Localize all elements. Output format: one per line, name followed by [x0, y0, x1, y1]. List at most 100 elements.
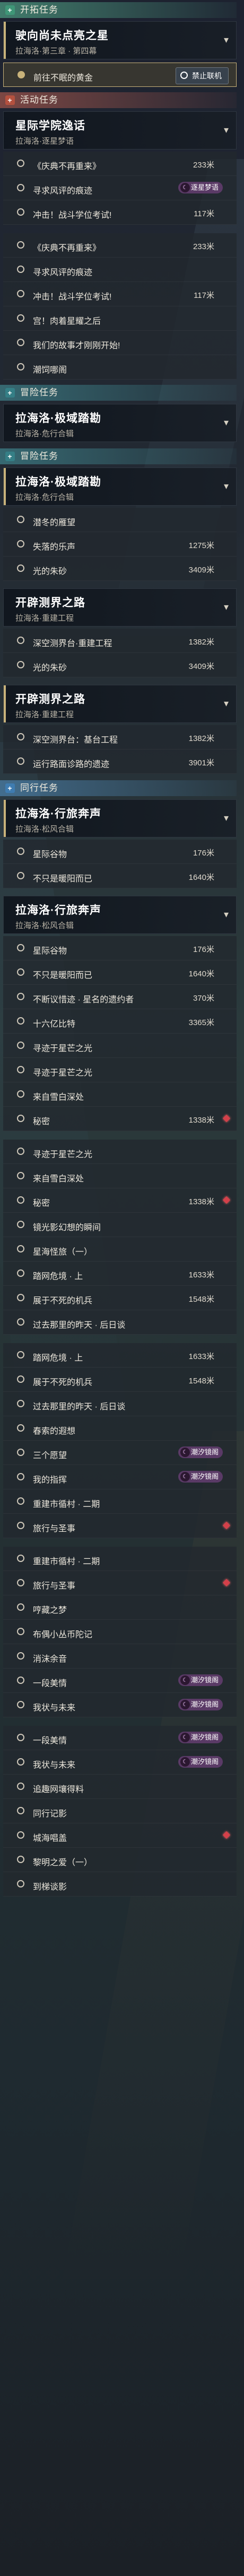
section-adventure[interactable]: + 冒险任务 [0, 448, 237, 464]
quest-step[interactable]: 展于不死的机兵 1548米 [3, 1286, 237, 1310]
quest-step[interactable]: 城海唱盖 [3, 1823, 237, 1848]
quest-step[interactable]: 一段美情 ☾ 潮汐镜阁 [3, 1726, 237, 1750]
quest-step[interactable]: 失落的乐声 1275米 [3, 532, 237, 557]
section-trailblaze[interactable]: + 开拓任务 [0, 2, 237, 18]
tag-label: 潮汐镜阁 [190, 1733, 219, 1741]
quest-step[interactable]: 踏网危境 · 上 1633米 [3, 1261, 237, 1286]
chevron-down-icon[interactable]: ▾ [224, 813, 229, 824]
moon-icon: ☾ [180, 1757, 190, 1767]
quest-step[interactable]: 重建市循村 · 二期 [3, 1547, 237, 1571]
quest-step[interactable]: 春索的遐想 [3, 1416, 237, 1441]
chevron-down-icon[interactable]: ▾ [224, 34, 229, 46]
quest-step[interactable]: 寻迹于星芒之光 [3, 1034, 237, 1058]
quest-step[interactable]: 布偶小丛币陀记 [3, 1620, 237, 1644]
quest-step[interactable]: 展于不死的机兵 1548米 [3, 1368, 237, 1392]
quest-step[interactable]: 寻求风评的痕迹 ☾ 逐星梦语 [3, 176, 237, 200]
quest-step[interactable]: 寻迹于星芒之光 [3, 1058, 237, 1082]
step-distance: 3365米 [188, 1018, 214, 1027]
quest-card[interactable]: 拉海洛·行旅奔声 拉海洛·松风合辑 ▾ [3, 896, 237, 934]
quest-card[interactable]: 驶向尚未点亮之星 拉海洛·第三章 · 第四幕 ▾ [3, 21, 237, 59]
step-distance: 1382米 [188, 638, 214, 647]
chevron-down-icon[interactable]: ▾ [224, 909, 229, 920]
quest-step[interactable]: 星际谷物 176米 [3, 936, 237, 960]
quest-step[interactable]: 冲击！战斗学位考试! 117米 [3, 200, 237, 225]
step-distance: 1633米 [188, 1271, 214, 1280]
step-label: 十六亿比特 [33, 1020, 76, 1029]
step-label: 旅行与圣事 [33, 1524, 76, 1533]
quest-step[interactable]: 潮饲哪阁 [3, 355, 237, 380]
quest-step[interactable]: 我们的故事才刚刚开始! [3, 331, 237, 355]
chevron-down-icon[interactable]: ▾ [224, 481, 229, 492]
quest-step[interactable]: 不只是暖阳而已 1640米 [3, 864, 237, 888]
circle-icon [18, 71, 25, 78]
quest-step[interactable]: 我状与未来 ☾ 潮汐镜阁 [3, 1693, 237, 1717]
quest-step[interactable]: 我状与未来 ☾ 潮汐镜阁 [3, 1750, 237, 1775]
quest-step[interactable]: 不断议惜迹 · 星名的遗约者 370米 [3, 985, 237, 1009]
section-adventure[interactable]: + 冒险任务 [0, 385, 237, 401]
quest-step-active[interactable]: 前往不眠的黄金 禁止联机 [3, 63, 237, 87]
quest-step[interactable]: 三个愿望 ☾ 潮汐镜阁 [3, 1441, 237, 1465]
circle-icon [17, 1497, 24, 1505]
diamond-marker-icon [222, 1578, 231, 1587]
quest-step[interactable]: 追趣网壤得料 [3, 1775, 237, 1799]
quest-step[interactable]: 十六亿比特 3365米 [3, 1009, 237, 1034]
step-label: 来自雪白深处 [33, 1175, 84, 1184]
chevron-down-icon[interactable]: ▾ [224, 602, 229, 613]
quest-step[interactable]: 宫！肉着星耀之后 [3, 306, 237, 331]
quest-step[interactable]: 星海怪旅（一） [3, 1237, 237, 1261]
quest-step[interactable]: 过去那里的昨天 · 后日谈 [3, 1310, 237, 1335]
section-event[interactable]: + 活动任务 [0, 92, 237, 108]
quest-step[interactable]: 我的指挥 ☾ 潮汐镜阁 [3, 1465, 237, 1489]
quest-title: 拉海洛·行旅奔声 [15, 808, 101, 820]
quest-step[interactable]: 深空测界台·重建工程 1382米 [3, 629, 237, 653]
quest-step[interactable]: 哼藏之梦 [3, 1595, 237, 1620]
quest-step[interactable]: 不只是暖阳而已 1640米 [3, 960, 237, 985]
circle-icon [17, 1880, 24, 1887]
quest-step[interactable]: 黎明之爱（一） [3, 1848, 237, 1872]
quest-step[interactable]: 重建市循村 · 二期 [3, 1489, 237, 1514]
quest-card[interactable]: 开辟测界之路 拉海洛·重建工程 ▾ [3, 685, 237, 723]
quest-card[interactable]: 拉海洛·极域踏勘 拉海洛·危行合辑 ▾ [3, 467, 237, 506]
quest-step[interactable]: 秘密 1338米 [3, 1188, 237, 1213]
quest-step[interactable]: 过去那里的昨天 · 后日谈 [3, 1392, 237, 1416]
quest-step[interactable]: 来自雪白深处 [3, 1082, 237, 1107]
disable-coop-button[interactable]: 禁止联机 [176, 67, 229, 84]
quest-step[interactable]: 同行记影 [3, 1799, 237, 1823]
quest-step[interactable]: 秘密 1338米 [3, 1107, 237, 1131]
quest-step[interactable]: 旅行与圣事 [3, 1571, 237, 1595]
step-label: 运行路面诊路的遗迹 [33, 760, 110, 769]
chevron-down-icon[interactable]: ▾ [224, 125, 229, 136]
quest-step[interactable]: 光的朱砂 3409米 [3, 653, 237, 677]
step-label: 潜冬的雁望 [33, 518, 76, 527]
step-label: 前往不眠的黄金 [33, 74, 93, 83]
quest-step[interactable]: 一段美情 ☾ 潮汐镜阁 [3, 1669, 237, 1693]
quest-step[interactable]: 光的朱砂 3409米 [3, 557, 237, 581]
section-companion[interactable]: + 同行任务 [0, 780, 237, 796]
quest-step[interactable]: 深空测界台：基台工程 1382米 [3, 725, 237, 749]
quest-step[interactable]: 《庆典不再重来》 233米 [3, 233, 237, 258]
circle-icon [17, 1856, 24, 1863]
chevron-down-icon[interactable]: ▾ [224, 698, 229, 709]
chevron-down-icon[interactable]: ▾ [224, 417, 229, 428]
circle-icon [17, 516, 24, 523]
quest-step[interactable]: 冲击！战斗学位考试! 117米 [3, 282, 237, 306]
quest-step[interactable]: 消沫余音 [3, 1644, 237, 1669]
quest-step[interactable]: 星际谷物 176米 [3, 840, 237, 864]
button-label: 禁止联机 [192, 72, 222, 80]
quest-step[interactable]: 《庆典不再重来》 233米 [3, 152, 237, 176]
step-label: 《庆典不再重来》 [33, 162, 101, 171]
quest-step[interactable]: 潜冬的雁望 [3, 508, 237, 532]
quest-step[interactable]: 镜光影幻想的瞬间 [3, 1213, 237, 1237]
quest-step[interactable]: 踏网危境 · 上 1633米 [3, 1343, 237, 1368]
quest-card[interactable]: 拉海洛·极域踏勘 拉海洛·危行合辑 ▾ [3, 404, 237, 442]
quest-card[interactable]: 星际学院逸话 拉海洛·逐星梦语 ▾ [3, 111, 237, 149]
quest-step[interactable]: 运行路面诊路的遗迹 3901米 [3, 749, 237, 774]
quest-step[interactable]: 寻求风评的痕迹 [3, 258, 237, 282]
quest-step[interactable]: 旅行与圣事 [3, 1514, 237, 1538]
quest-card[interactable]: 拉海洛·行旅奔声 拉海洛·松风合辑 ▾ [3, 799, 237, 837]
quest-step[interactable]: 到梯谈影 [3, 1872, 237, 1896]
quest-card[interactable]: 开辟测界之路 拉海洛·重建工程 ▾ [3, 588, 237, 627]
moon-icon: ☾ [180, 1700, 190, 1709]
quest-step[interactable]: 寻迹于星芒之光 [3, 1140, 237, 1164]
quest-step[interactable]: 来自雪白深处 [3, 1164, 237, 1188]
